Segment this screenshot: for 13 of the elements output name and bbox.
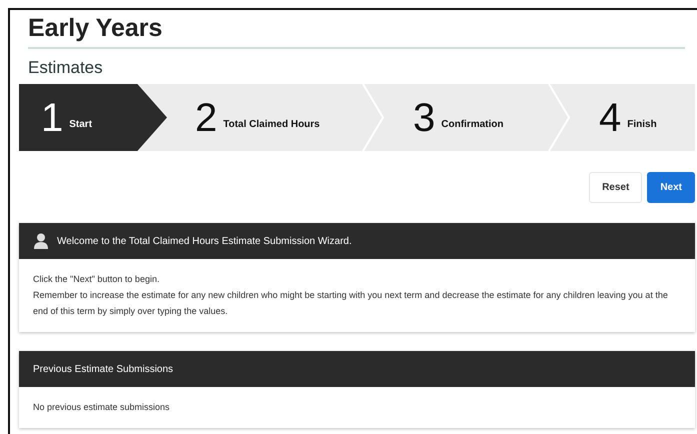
- wizard-step[interactable]: 3 Confirmation: [385, 84, 571, 151]
- panel-text: Remember to increase the estimate for any new children who might be starting with you next term and decrease the estimate for any children leaving you at the end of this term by simply over typing the values.: [33, 289, 669, 318]
- panel-text: No previous estimate submissions: [33, 401, 171, 414]
- reset-button[interactable]: Reset: [589, 172, 642, 203]
- page-subtitle: Estimates: [28, 58, 104, 78]
- panel-title: Welcome to the Total Claimed Hours Estimate Submission Wizard.: [57, 236, 352, 246]
- wizard-step[interactable]: 1 Start: [19, 84, 167, 151]
- panel-title: Previous Estimate Submissions: [33, 364, 174, 374]
- next-button[interactable]: Next: [647, 172, 695, 203]
- page-title: Early Years: [28, 14, 685, 49]
- panel-text: Click the "Next" button to begin.: [33, 273, 160, 286]
- wizard-step[interactable]: 2 Total Claimed Hours: [167, 84, 385, 151]
- wizard-step[interactable]: 4 Finish: [571, 84, 695, 151]
